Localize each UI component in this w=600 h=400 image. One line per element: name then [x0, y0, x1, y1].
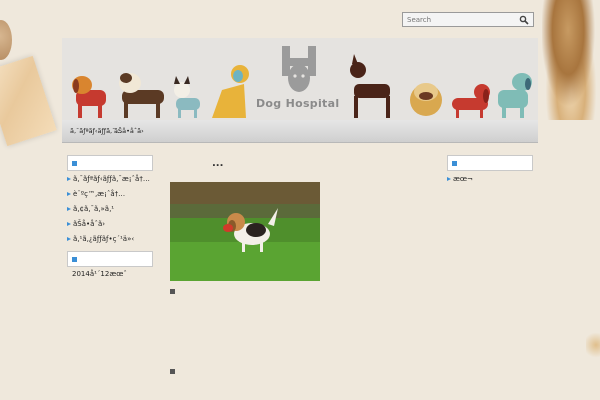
corner-photo-left: [0, 55, 57, 147]
corner-photo-bottom-right: [586, 330, 600, 360]
arrow-icon: [67, 222, 71, 226]
sidebar-link[interactable]: ã‚¢ã‚¯ã‚»ã‚¹: [67, 205, 114, 213]
bullet-marker: [170, 289, 175, 294]
dog-illustration-doberman: [350, 54, 390, 118]
widget-square-icon: [72, 161, 77, 166]
arrow-icon: [447, 177, 451, 181]
right-sidebar-link[interactable]: æœ¬: [447, 175, 473, 183]
sidebar-link[interactable]: ã‚¯ãƒªãƒ‹ãƒƒã‚¯æ¡ˆå†…: [67, 175, 150, 183]
archive-link[interactable]: 2014å¹´12æœˆ: [72, 270, 127, 278]
arrow-icon: [67, 192, 71, 196]
main-navigation: ã‚¯ãƒªãƒ‹ãƒƒã‚¯... ãŠå•åˆã›: [62, 120, 538, 143]
dog-illustration-small: [174, 76, 200, 118]
dog-illustration-dachshund: [452, 84, 490, 118]
sidebar-link[interactable]: ã‚¹ã‚¿ãƒƒãƒ•ç´¹ä»‹: [67, 235, 134, 243]
header-banner: Dog Hospital: [62, 38, 538, 120]
sidebar-link-label: ãŠå•åˆã›: [73, 220, 106, 228]
corner-photo-top-left: [0, 20, 12, 60]
post-title: ...: [212, 158, 224, 169]
arrow-icon: [67, 207, 71, 211]
site-logo-text[interactable]: Dog Hospital: [256, 97, 339, 110]
widget-square-icon: [452, 161, 457, 166]
search-input[interactable]: [403, 13, 517, 26]
sidebar-widget-header-2: [67, 251, 153, 267]
chihuahua-photo: [542, 0, 600, 120]
beagle-photo: [170, 182, 320, 281]
arrow-icon: [67, 237, 71, 241]
bullet-marker: [170, 369, 175, 374]
sidebar-link-label: è¨ºç™‚æ¡ˆå†…: [73, 190, 126, 198]
sidebar-link[interactable]: ãŠå•åˆã›: [67, 220, 105, 228]
sidebar-link-label: ã‚¹ã‚¿ãƒƒãƒ•ç´¹ä»‹: [73, 235, 135, 243]
sidebar-link-label: ã‚¢ã‚¯ã‚»ã‚¹: [73, 205, 115, 213]
sidebar-widget-header-1: [67, 155, 153, 171]
hospital-logo-icon: [282, 46, 316, 92]
sidebar-link[interactable]: è¨ºç™‚æ¡ˆå†…: [67, 190, 125, 198]
search-icon[interactable]: [519, 15, 529, 25]
dog-illustration-teal: [498, 73, 532, 118]
right-sidebar-link-label: æœ¬: [453, 175, 473, 183]
dog-illustration-aussie: [119, 73, 164, 118]
sidebar-link-label: ã‚¯ãƒªãƒ‹ãƒƒã‚¯æ¡ˆå†…: [73, 175, 150, 183]
dog-illustration-bulldog: [410, 83, 442, 116]
dog-illustration-red: [72, 76, 106, 118]
right-widget-header: [447, 155, 533, 171]
widget-square-icon: [72, 257, 77, 262]
nav-item-contact[interactable]: ãŠå•åˆã›: [114, 127, 144, 135]
arrow-icon: [67, 177, 71, 181]
dog-illustration-yellow: [212, 65, 249, 118]
search-box: [402, 12, 534, 27]
